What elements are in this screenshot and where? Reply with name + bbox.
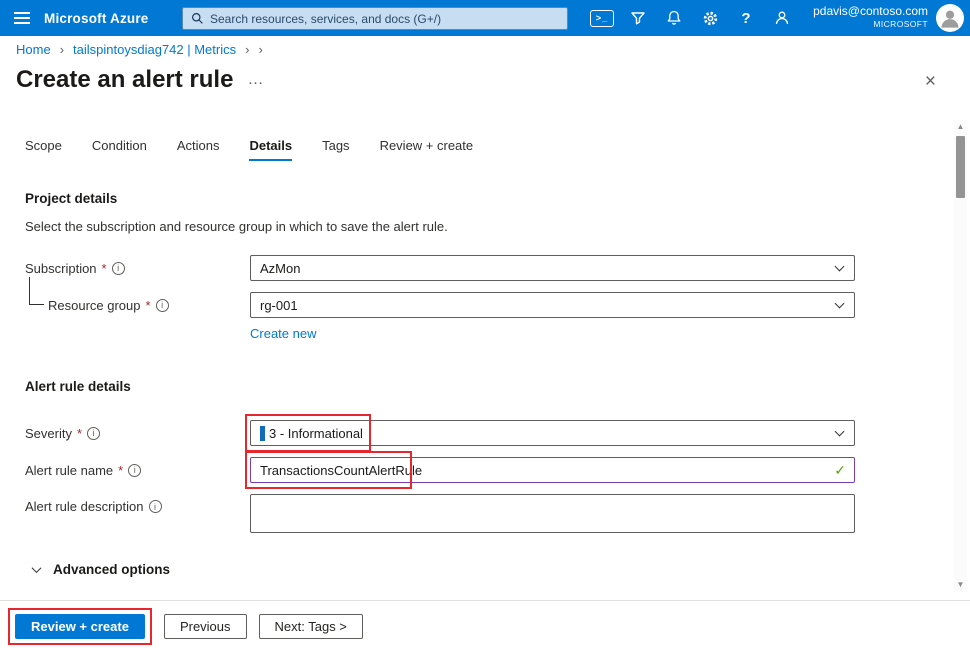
red-highlight-box-review-create: Review + create [8, 608, 152, 645]
create-new-link[interactable]: Create new [250, 326, 316, 341]
help-icon[interactable]: ? [728, 0, 764, 36]
account-email: pdavis@contoso.com [813, 4, 928, 19]
info-icon[interactable]: i [112, 262, 125, 275]
alert-rule-name-row: Alert rule name * i ✓ [0, 457, 970, 483]
text-selection-bar [260, 426, 265, 441]
tab-review-create[interactable]: Review + create [380, 138, 474, 161]
resource-group-value: rg-001 [260, 298, 298, 313]
alert-rule-description-input[interactable] [250, 494, 855, 533]
severity-value: 3 - Informational [269, 426, 363, 441]
subscription-dropdown[interactable]: AzMon [250, 255, 855, 281]
close-icon[interactable]: × [925, 72, 936, 91]
subscription-label: Subscription [25, 261, 97, 276]
severity-dropdown[interactable]: 3 - Informational [250, 420, 855, 446]
breadcrumb-chevron-icon: › [245, 42, 249, 57]
alert-rule-description-label: Alert rule description [25, 499, 144, 514]
chevron-down-icon [32, 563, 42, 573]
severity-row: Severity * i 3 - Informational [0, 420, 970, 446]
next-tags-button[interactable]: Next: Tags > [259, 614, 363, 639]
alert-rule-name-input[interactable] [250, 457, 855, 483]
info-icon[interactable]: i [149, 500, 162, 513]
advanced-options-label: Advanced options [53, 562, 170, 577]
tab-tags[interactable]: Tags [322, 138, 349, 161]
feedback-person-icon[interactable] [764, 0, 800, 36]
scroll-up-icon[interactable]: ▲ [957, 120, 965, 134]
breadcrumb: Home › tailspintoysdiag742 | Metrics › › [16, 42, 263, 57]
account-tenant: MICROSOFT [813, 19, 928, 30]
tab-actions[interactable]: Actions [177, 138, 220, 161]
tab-scope[interactable]: Scope [25, 138, 62, 161]
azure-brand[interactable]: Microsoft Azure [44, 11, 162, 26]
required-asterisk: * [118, 463, 123, 478]
severity-label: Severity [25, 426, 72, 441]
previous-button[interactable]: Previous [164, 614, 247, 639]
more-options-icon[interactable]: … [247, 71, 263, 89]
alert-rule-description-row: Alert rule description i [0, 494, 970, 533]
tab-details[interactable]: Details [249, 138, 292, 161]
page-title: Create an alert rule [16, 66, 233, 94]
valid-check-icon: ✓ [834, 462, 846, 479]
wizard-footer: Review + create Previous Next: Tags > [0, 600, 970, 652]
main-content: Scope Condition Actions Details Tags Rev… [0, 112, 970, 600]
cloud-shell-icon[interactable]: >_ [584, 0, 620, 36]
info-icon[interactable]: i [156, 299, 169, 312]
azure-portal-window: Microsoft Azure >_ ? pdavis@contoso.com … [0, 0, 970, 652]
top-bar: Microsoft Azure >_ ? pdavis@contoso.com … [0, 0, 970, 36]
wizard-tabs: Scope Condition Actions Details Tags Rev… [25, 138, 970, 161]
breadcrumb-metrics[interactable]: tailspintoysdiag742 | Metrics [73, 42, 236, 57]
resource-group-label: Resource group [48, 298, 141, 313]
scrollbar-thumb[interactable] [956, 136, 965, 198]
info-icon[interactable]: i [128, 464, 141, 477]
required-asterisk: * [146, 298, 151, 313]
resource-group-dropdown[interactable]: rg-001 [250, 292, 855, 318]
directory-filter-icon[interactable] [620, 0, 656, 36]
chevron-down-icon [835, 262, 845, 272]
hamburger-menu-icon[interactable] [0, 0, 44, 36]
account-menu[interactable]: pdavis@contoso.com MICROSOFT [813, 4, 928, 30]
vertical-scrollbar[interactable]: ▲ ▼ [954, 120, 967, 592]
settings-gear-icon[interactable] [692, 0, 728, 36]
notifications-bell-icon[interactable] [656, 0, 692, 36]
breadcrumb-home[interactable]: Home [16, 42, 51, 57]
chevron-down-icon [835, 427, 845, 437]
alert-rule-details-heading: Alert rule details [25, 379, 970, 394]
search-input[interactable] [210, 12, 559, 26]
subscription-value: AzMon [260, 261, 300, 276]
avatar-person-icon [939, 7, 961, 29]
scrollbar-track[interactable] [954, 134, 967, 578]
page-header: Create an alert rule … × [16, 66, 954, 94]
resource-group-row: Resource group * i rg-001 [0, 292, 970, 318]
global-search[interactable] [182, 7, 568, 30]
required-asterisk: * [102, 261, 107, 276]
required-asterisk: * [77, 426, 82, 441]
review-create-button[interactable]: Review + create [15, 614, 145, 639]
breadcrumb-chevron-icon: › [258, 42, 262, 57]
project-details-heading: Project details [25, 191, 970, 206]
subscription-row: Subscription * i AzMon [0, 255, 970, 281]
top-bar-icons: >_ ? [584, 0, 800, 36]
scroll-down-icon[interactable]: ▼ [957, 578, 965, 592]
info-icon[interactable]: i [87, 427, 100, 440]
search-icon [191, 12, 204, 25]
hierarchy-connector-line [29, 277, 44, 305]
tab-condition[interactable]: Condition [92, 138, 147, 161]
avatar[interactable] [936, 4, 964, 32]
alert-rule-name-label: Alert rule name [25, 463, 113, 478]
project-details-description: Select the subscription and resource gro… [25, 219, 970, 234]
breadcrumb-chevron-icon: › [60, 42, 64, 57]
chevron-down-icon [835, 299, 845, 309]
advanced-options-toggle[interactable]: Advanced options [33, 562, 970, 577]
